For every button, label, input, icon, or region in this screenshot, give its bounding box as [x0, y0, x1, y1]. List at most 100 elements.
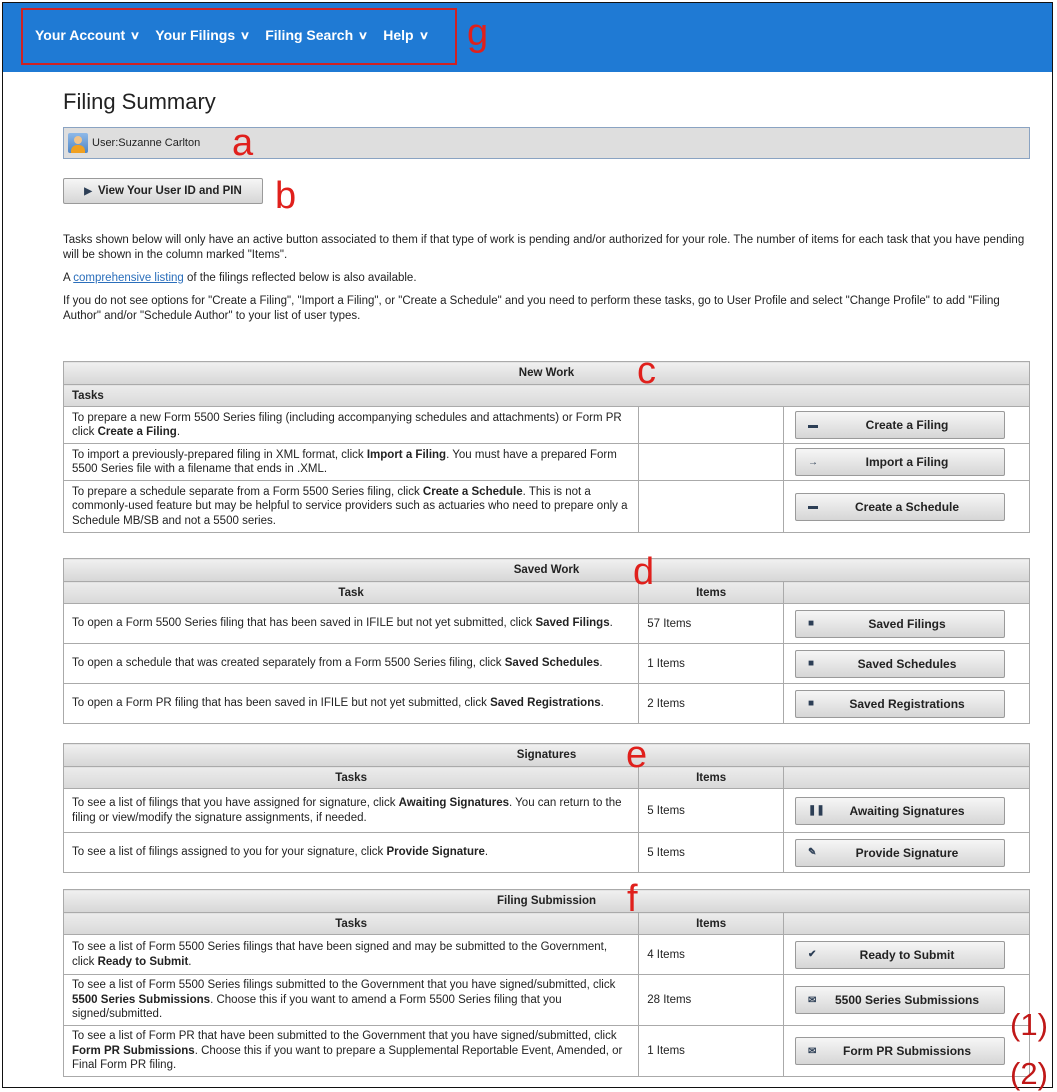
table-row: To open a Form PR filing that has been s… [62, 683, 1030, 724]
5500-series-submissions-button[interactable]: ✉ 5500 Series Submissions [795, 986, 1006, 1014]
user-avatar-icon [68, 133, 88, 153]
action-cell: ■ Saved Schedules [783, 643, 1030, 684]
items-count: 28 Items [638, 974, 785, 1026]
text: A [63, 272, 74, 284]
column-header-task: Task [62, 581, 640, 604]
create-filing-button[interactable]: ▬ Create a Filing [795, 411, 1006, 439]
action-cell: ▬ Create a Schedule [783, 480, 1030, 533]
task-description: To prepare a schedule separate from a Fo… [62, 480, 640, 533]
items-count: 2 Items [638, 683, 785, 724]
page-title: Filing Summary [63, 89, 216, 114]
listing-paragraph: A comprehensive listing of the filings r… [63, 271, 1038, 286]
items-count: 1 Items [638, 643, 785, 684]
profile-paragraph: If you do not see options for "Create a … [63, 295, 1000, 322]
column-header-action [783, 581, 1030, 604]
view-user-id-pin-button[interactable]: ▶ View Your User ID and PIN [63, 178, 263, 204]
column-header-items: Items [638, 766, 785, 789]
items-cell [638, 443, 785, 481]
table-row: To open a schedule that was created sepa… [62, 643, 1030, 684]
table-row: To see a list of Form 5500 Series filing… [62, 934, 1030, 975]
saved-filings-button[interactable]: ■ Saved Filings [795, 609, 1006, 638]
annotation-b: b [275, 175, 297, 217]
comprehensive-listing-link[interactable]: comprehensive listing [73, 272, 184, 284]
action-cell: ■ Saved Registrations [783, 683, 1030, 724]
table-row: To import a previously-prepared filing i… [62, 443, 1030, 481]
button-label: View Your User ID and PIN [97, 185, 242, 197]
table-row: To see a list of Form PR that have been … [62, 1025, 1030, 1077]
form-pr-submissions-button[interactable]: ✉ Form PR Submissions [795, 1037, 1006, 1065]
table-row: To prepare a schedule separate from a Fo… [62, 480, 1030, 533]
table-row: To prepare a new Form 5500 Series filing… [62, 406, 1030, 444]
items-count: 5 Items [638, 832, 785, 873]
text: of the filings reflected below is also a… [183, 272, 417, 284]
task-description: To import a previously-prepared filing i… [62, 443, 640, 481]
signatures-table: Signatures Tasks Items To see a list of f… [62, 743, 1030, 873]
annotation-g: g [467, 12, 489, 54]
column-header-action [783, 766, 1030, 789]
action-cell: ✉ 5500 Series Submissions [783, 974, 1030, 1026]
annotation-highlight-box [21, 8, 457, 65]
section-title: Saved Work [63, 558, 1030, 582]
annotation-d: d [633, 551, 655, 593]
save-icon: ■ [808, 698, 815, 709]
saved-work-table: Saved Work Task Items To open a Form 5500… [62, 558, 1030, 724]
task-description: To see a list of Form 5500 Series filing… [62, 974, 640, 1026]
items-count: 4 Items [638, 934, 785, 975]
import-filing-button[interactable]: → Import a Filing [795, 448, 1006, 476]
table-row: To see a list of Form 5500 Series filing… [62, 974, 1030, 1026]
create-schedule-button[interactable]: ▬ Create a Schedule [795, 492, 1006, 521]
intro-paragraph: Tasks shown below will only have an acti… [63, 234, 1025, 261]
provide-signature-button[interactable]: ✎ Provide Signature [795, 838, 1006, 867]
awaiting-signatures-button[interactable]: ❚❚ Awaiting Signatures [795, 796, 1006, 825]
section-title: New Work [63, 361, 1030, 385]
section-title: Filing Submission [63, 889, 1030, 913]
task-description: To see a list of filings assigned to you… [62, 832, 640, 873]
annotation-2: (2) [1010, 1056, 1048, 1091]
action-cell: ▬ Create a Filing [783, 406, 1030, 444]
annotation-1: (1) [1010, 1007, 1048, 1042]
saved-schedules-button[interactable]: ■ Saved Schedules [795, 649, 1006, 678]
ready-to-submit-button[interactable]: ✔ Ready to Submit [795, 940, 1006, 969]
pencil-icon: ✎ [808, 847, 817, 858]
user-bar: User:Suzanne Carlton [63, 127, 1030, 159]
column-header-items: Items [638, 912, 785, 935]
key-icon: ▶ [84, 185, 92, 197]
action-cell: ❚❚ Awaiting Signatures [783, 788, 1030, 833]
folder-icon: ▬ [808, 501, 819, 512]
folder-icon: ▬ [808, 419, 819, 431]
action-cell: ✔ Ready to Submit [783, 934, 1030, 975]
table-row: To open a Form 5500 Series filing that h… [62, 603, 1030, 644]
action-cell: ■ Saved Filings [783, 603, 1030, 644]
column-header-tasks: Tasks [62, 912, 640, 935]
annotation-e: e [626, 734, 648, 776]
table-row: To see a list of filings that you have a… [62, 788, 1030, 833]
save-icon: ■ [808, 658, 815, 669]
action-cell: ✉ Form PR Submissions [783, 1025, 1030, 1077]
annotation-a: a [232, 122, 254, 164]
items-count: 5 Items [638, 788, 785, 833]
items-count: 57 Items [638, 603, 785, 644]
check-circle-icon: ✔ [808, 949, 817, 960]
task-description: To open a Form 5500 Series filing that h… [62, 603, 640, 644]
pause-icon: ❚❚ [808, 805, 825, 816]
action-cell: ✎ Provide Signature [783, 832, 1030, 873]
items-cell [638, 480, 785, 533]
task-description: To open a schedule that was created sepa… [62, 643, 640, 684]
filing-submission-table: Filing Submission Tasks Items To see a li… [62, 889, 1030, 1077]
column-header-items: Items [638, 581, 785, 604]
column-header-tasks: Tasks [62, 766, 640, 789]
items-count: 1 Items [638, 1025, 785, 1077]
annotation-c: c [637, 350, 656, 392]
task-description: To prepare a new Form 5500 Series filing… [62, 406, 640, 444]
new-work-table: New Work Tasks To prepare a new Form 550… [62, 361, 1030, 533]
column-header-action [783, 912, 1030, 935]
user-name: User:Suzanne Carlton [92, 137, 201, 149]
table-row: To see a list of filings assigned to you… [62, 832, 1030, 873]
saved-registrations-button[interactable]: ■ Saved Registrations [795, 689, 1006, 718]
arrow-right-icon: → [808, 456, 819, 468]
annotation-f: f [627, 878, 638, 920]
envelope-icon: ✉ [808, 994, 817, 1006]
action-cell: → Import a Filing [783, 443, 1030, 481]
task-description: To see a list of filings that you have a… [62, 788, 640, 833]
envelope-icon: ✉ [808, 1045, 817, 1057]
